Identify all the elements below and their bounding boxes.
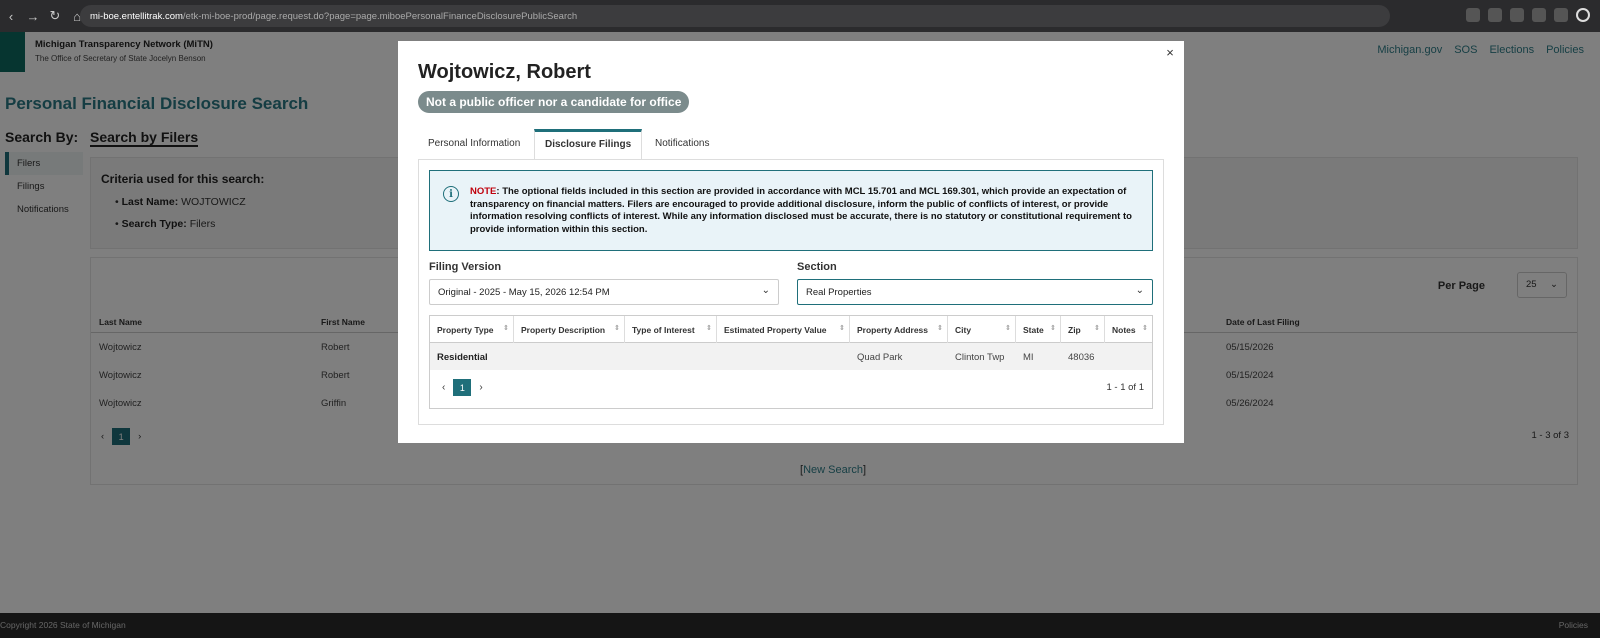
sort-icon: ⇕ [1094, 325, 1100, 332]
grid-header: Property Type ⇕ Property Description ⇕ Typ… [430, 316, 1152, 343]
modal-title: Wojtowicz, Robert [418, 61, 591, 83]
header-label: State [1023, 325, 1044, 335]
section-select[interactable]: Real Properties ⌄ [797, 279, 1153, 305]
url-host: mi-boe.entellitrak.com [90, 10, 183, 22]
header-label: Type of Interest [632, 325, 695, 335]
section-label: Section [797, 261, 837, 273]
extension-icon[interactable] [1488, 8, 1502, 22]
close-icon[interactable]: × [1162, 45, 1178, 61]
note-text: NOTE: The optional fields included in th… [470, 186, 1142, 236]
header-label: Estimated Property Value [724, 325, 827, 335]
sort-icon: ⇕ [839, 325, 845, 332]
tab-disclosure-filings[interactable]: Disclosure Filings [534, 129, 643, 160]
header-label: Property Address [857, 325, 929, 335]
info-icon: i [443, 186, 459, 202]
column-header-estimated-value[interactable]: Estimated Property Value ⇕ [717, 316, 850, 343]
extension-icon[interactable] [1532, 8, 1546, 22]
grid-count: 1 - 1 of 1 [1106, 382, 1145, 393]
address-bar[interactable]: mi-boe.entellitrak.com/etk-mi-boe-prod/p… [80, 5, 1390, 27]
sort-icon: ⇕ [937, 325, 943, 332]
column-header-state[interactable]: State ⇕ [1016, 316, 1061, 343]
back-icon[interactable]: ‹ [0, 9, 22, 24]
reload-icon[interactable]: ↻ [44, 8, 66, 24]
filing-version-label: Filing Version [429, 261, 502, 273]
puzzle-icon[interactable] [1554, 8, 1568, 22]
sort-icon: ⇕ [614, 325, 620, 332]
cell-state: MI [1023, 352, 1034, 363]
cell-city: Clinton Twp [955, 352, 1005, 363]
cell-property-type: Residential [437, 352, 488, 363]
column-header-type-of-interest[interactable]: Type of Interest ⇕ [625, 316, 717, 343]
cell-property-address: Quad Park [857, 352, 903, 363]
cell-zip: 48036 [1068, 352, 1095, 363]
prev-page-icon[interactable]: ‹ [442, 382, 445, 393]
chevron-down-icon: ⌄ [761, 285, 770, 296]
forward-icon[interactable]: → [22, 9, 44, 24]
column-header-city[interactable]: City ⇕ [948, 316, 1016, 343]
real-properties-grid: Property Type ⇕ Property Description ⇕ Typ… [429, 315, 1153, 409]
sort-icon: ⇕ [503, 325, 509, 332]
profile-icon[interactable] [1576, 8, 1590, 22]
header-label: City [955, 325, 972, 335]
header-label: Property Type [437, 325, 494, 335]
browser-toolbar: ‹ → ↻ ⌂ mi-boe.entellitrak.com/etk-mi-bo… [0, 0, 1600, 32]
sort-icon: ⇕ [706, 325, 712, 332]
grid-pager: ‹ 1 › [442, 379, 483, 396]
sort-icon: ⇕ [1050, 325, 1056, 332]
column-header-property-description[interactable]: Property Description ⇕ [514, 316, 625, 343]
note-box: i NOTE: The optional fields included in … [429, 170, 1153, 251]
filer-detail-modal: × Wojtowicz, Robert Not a public officer… [398, 41, 1184, 443]
extension-icon[interactable] [1466, 8, 1480, 22]
chevron-down-icon: ⌄ [1135, 285, 1144, 296]
tab-notifications[interactable]: Notifications [645, 129, 719, 159]
modal-tabs: Personal Information Disclosure Filings … [418, 129, 1164, 160]
extension-icons [1466, 8, 1590, 22]
header-label: Notes [1112, 325, 1136, 335]
tab-personal-information[interactable]: Personal Information [418, 129, 530, 159]
note-label: NOTE [470, 186, 497, 197]
column-header-notes[interactable]: Notes ⇕ [1105, 316, 1152, 343]
header-label: Zip [1068, 325, 1081, 335]
header-label: Property Description [521, 325, 606, 335]
column-header-property-address[interactable]: Property Address ⇕ [850, 316, 948, 343]
url-path: /etk-mi-boe-prod/page.request.do?page=pa… [182, 10, 578, 22]
section-value: Real Properties [806, 287, 872, 298]
tab-panel: i NOTE: The optional fields included in … [418, 159, 1164, 425]
note-body: : The optional fields included in this s… [470, 186, 1132, 235]
page-number-button[interactable]: 1 [453, 379, 472, 396]
sort-icon: ⇕ [1005, 325, 1011, 332]
column-header-property-type[interactable]: Property Type ⇕ [430, 316, 514, 343]
filing-version-select[interactable]: Original - 2025 - May 15, 2026 12:54 PM … [429, 279, 779, 305]
status-badge: Not a public officer nor a candidate for… [418, 91, 690, 113]
table-row[interactable]: Residential Quad Park Clinton Twp MI 480… [430, 343, 1152, 370]
filing-version-value: Original - 2025 - May 15, 2026 12:54 PM [438, 287, 610, 298]
next-page-icon[interactable]: › [479, 382, 482, 393]
sort-icon: ⇕ [1142, 325, 1148, 332]
column-header-zip[interactable]: Zip ⇕ [1061, 316, 1105, 343]
extension-icon[interactable] [1510, 8, 1524, 22]
